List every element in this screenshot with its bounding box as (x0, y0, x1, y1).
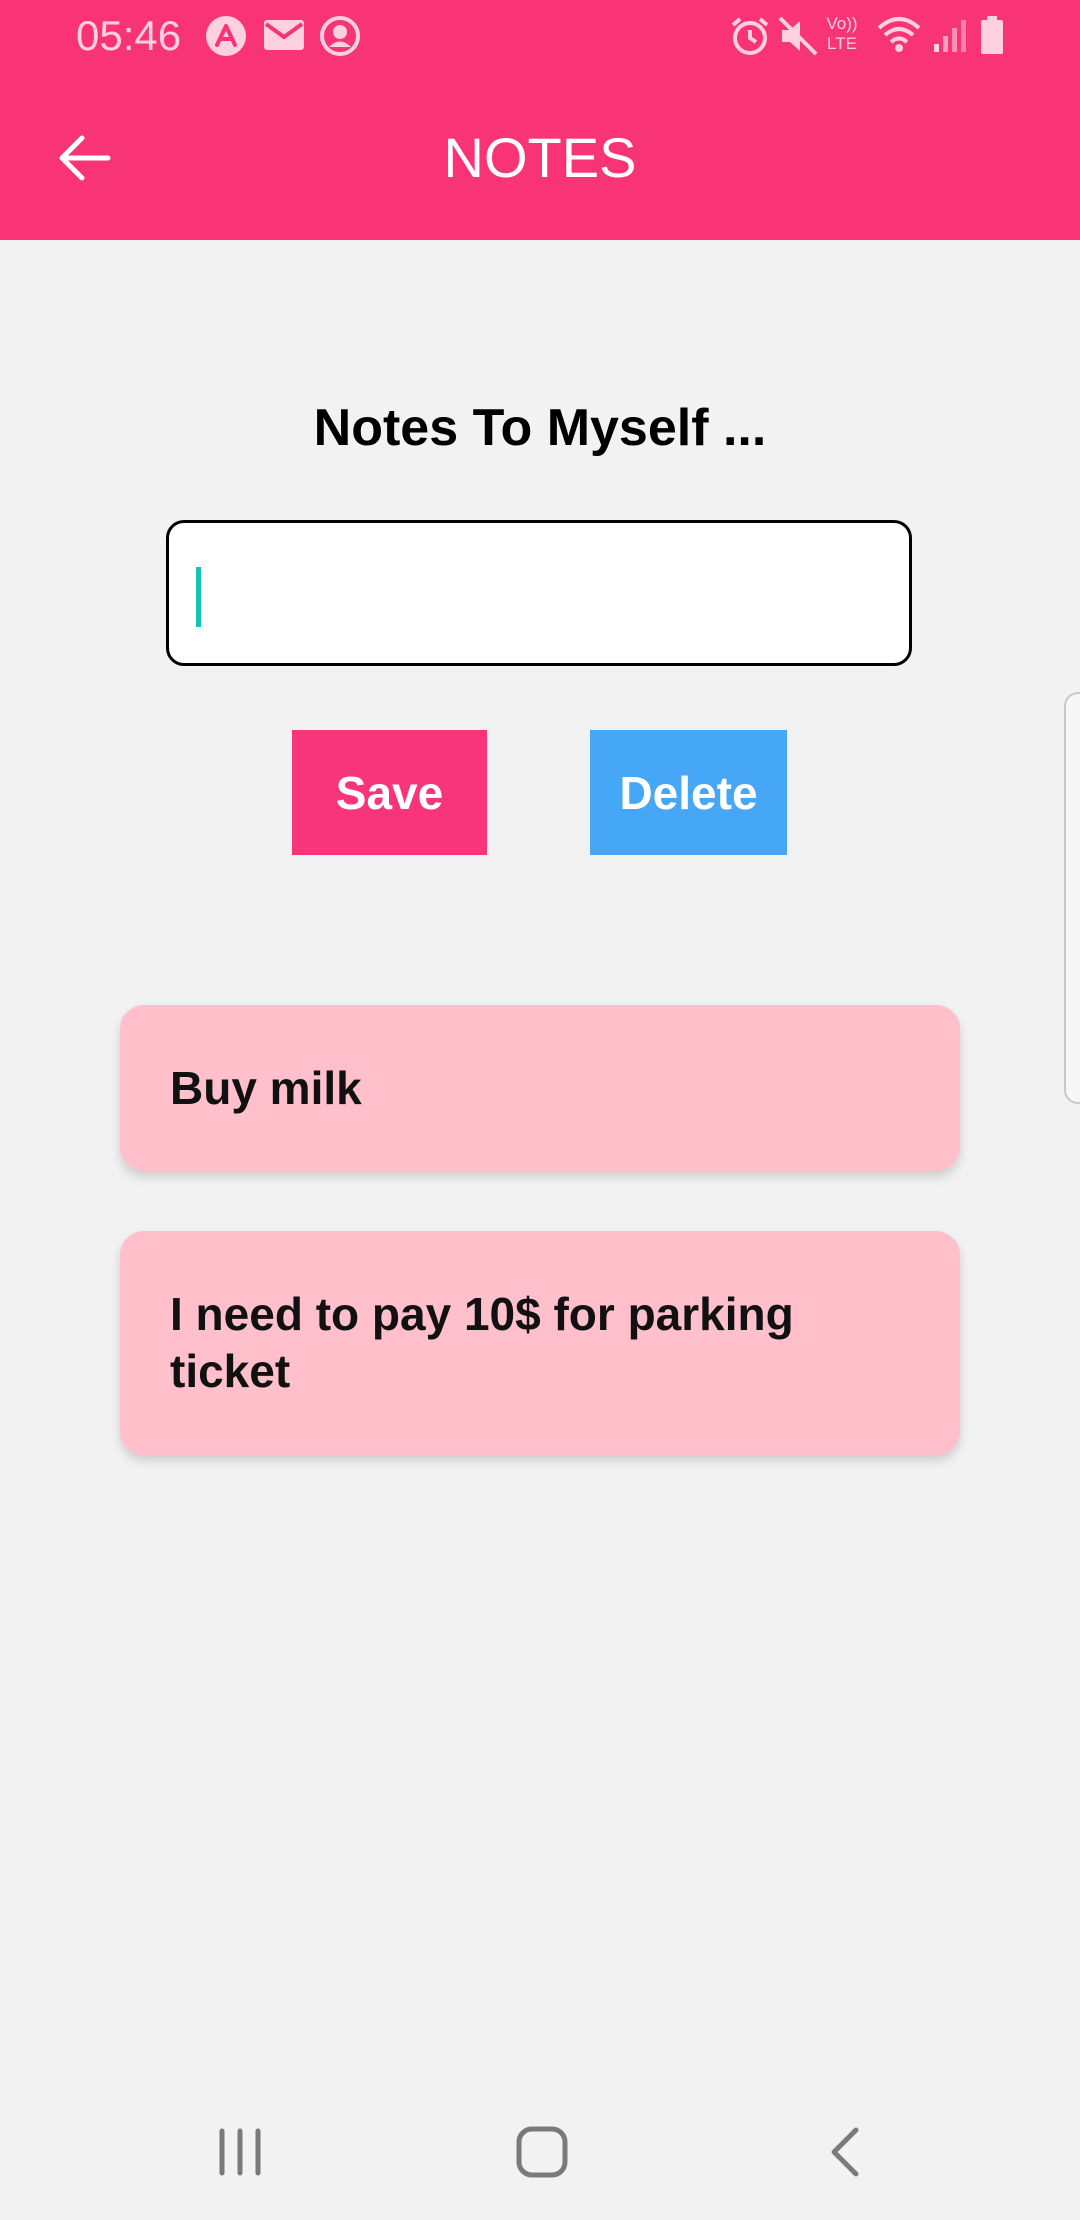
edge-panel-handle[interactable] (1064, 692, 1080, 1104)
recent-apps-button[interactable] (180, 2102, 300, 2202)
status-bar: 05:46 Vo)) LTE (0, 0, 1080, 72)
volte-icon: Vo)) LTE (820, 14, 864, 58)
recent-apps-icon (219, 2128, 261, 2176)
text-cursor (196, 567, 201, 627)
battery-icon (978, 14, 1006, 61)
note-text: Buy milk (170, 1061, 362, 1114)
system-back-button[interactable] (784, 2102, 904, 2202)
note-item[interactable]: Buy milk (120, 1005, 960, 1171)
delete-button[interactable]: Delete (590, 730, 787, 855)
wifi-icon (876, 14, 922, 61)
signal-icon (932, 16, 968, 59)
volte-bottom-text: LTE (827, 34, 857, 53)
status-time: 05:46 (76, 12, 182, 59)
page-title: NOTES (443, 126, 637, 189)
app-header: 05:46 Vo)) LTE NOTES (0, 0, 1080, 240)
note-input[interactable] (166, 520, 912, 666)
app-notification-icon (204, 14, 248, 63)
back-icon (831, 2127, 859, 2177)
home-button[interactable] (482, 2102, 602, 2202)
system-navbar (0, 2080, 1080, 2220)
note-item[interactable]: I need to pay 10$ for parking ticket (120, 1231, 960, 1455)
alarm-icon (728, 14, 772, 63)
volte-top-text: Vo)) (826, 14, 858, 33)
save-button[interactable]: Save (292, 730, 487, 855)
note-text: I need to pay 10$ for parking ticket (170, 1288, 794, 1397)
mail-icon (262, 16, 306, 59)
account-icon (318, 14, 362, 63)
home-icon (516, 2126, 568, 2178)
mute-icon (776, 14, 820, 63)
notes-heading: Notes To Myself ... (313, 399, 767, 457)
